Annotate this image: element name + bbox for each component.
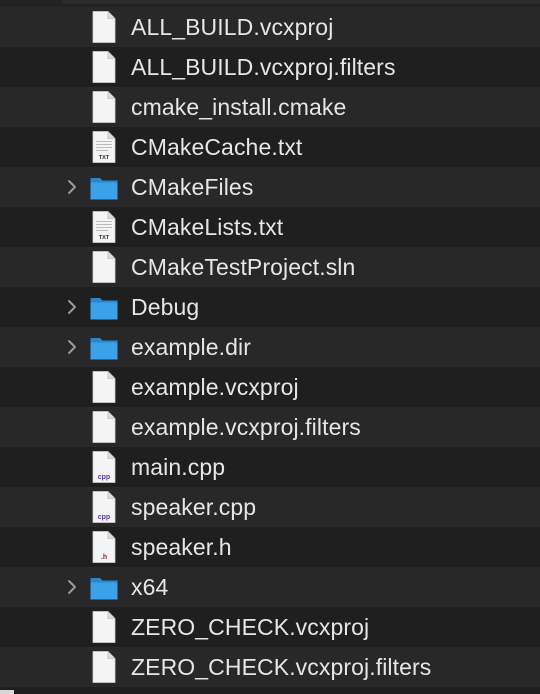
file-name: CMakeLists.txt [131,214,284,240]
file-name: speaker.cpp [131,494,257,520]
file-name: speaker.h [131,534,232,560]
svg-text:cpp: cpp [98,474,110,481]
disclosure-chevron-icon[interactable] [64,337,80,357]
folder-icon [89,170,119,204]
file-row-example-dir[interactable]: example.dir [0,327,540,367]
file-name: CMakeCache.txt [131,134,303,160]
cpp-file-icon: cpp [89,450,119,484]
file-row-all-build-vcxproj[interactable]: ALL_BUILD.vcxproj [0,7,540,47]
file-row-x64[interactable]: x64 [0,567,540,607]
txt-file-icon: TXT [89,210,119,244]
file-name: example.vcxproj [131,374,299,400]
file-row-speaker-h[interactable]: .h speaker.h [0,527,540,567]
document-icon [89,410,119,444]
file-row-example-vcxproj-filters[interactable]: example.vcxproj.filters [0,407,540,447]
file-row-cmake-install-cmake[interactable]: cmake_install.cmake [0,87,540,127]
file-name: x64 [131,574,169,600]
cpp-file-icon: cpp [89,490,119,524]
document-icon [89,250,119,284]
folder-icon [89,570,119,604]
partial-row-bottom [0,687,540,694]
document-icon [89,90,119,124]
file-name: CMakeTestProject.sln [131,254,356,280]
file-name: example.vcxproj.filters [131,414,361,440]
file-row-speaker-cpp[interactable]: cpp speaker.cpp [0,487,540,527]
file-row-example-vcxproj[interactable]: example.vcxproj [0,367,540,407]
file-row-zero-check-vcxproj[interactable]: ZERO_CHECK.vcxproj [0,607,540,647]
partial-row-top [0,0,540,7]
file-row-cmakecache-txt[interactable]: TXT CMakeCache.txt [0,127,540,167]
svg-text:TXT: TXT [99,235,110,241]
finder-file-list: ALL_BUILD.vcxproj ALL_BUILD.vcxproj.filte… [0,0,540,694]
file-name: ZERO_CHECK.vcxproj.filters [131,654,432,680]
partial-row-mark [0,690,14,694]
file-name: CMakeFiles [131,174,254,200]
document-icon [89,650,119,684]
document-icon [89,50,119,84]
svg-text:.h: .h [101,554,107,561]
file-name: ALL_BUILD.vcxproj.filters [131,54,396,80]
document-icon [89,10,119,44]
document-icon [89,370,119,404]
file-name: main.cpp [131,454,226,480]
file-name: example.dir [131,334,251,360]
file-row-debug[interactable]: Debug [0,287,540,327]
folder-icon [89,290,119,324]
h-file-icon: .h [89,530,119,564]
document-icon [89,610,119,644]
file-name: cmake_install.cmake [131,94,347,120]
partial-row-highlight [62,0,540,4]
file-row-cmaketestproject-sln[interactable]: CMakeTestProject.sln [0,247,540,287]
svg-text:cpp: cpp [98,514,110,521]
disclosure-chevron-icon[interactable] [64,297,80,317]
disclosure-chevron-icon[interactable] [64,577,80,597]
file-row-main-cpp[interactable]: cpp main.cpp [0,447,540,487]
file-name: ALL_BUILD.vcxproj [131,14,334,40]
disclosure-chevron-icon[interactable] [64,177,80,197]
file-name: Debug [131,294,200,320]
file-row-cmakelists-txt[interactable]: TXT CMakeLists.txt [0,207,540,247]
txt-file-icon: TXT [89,130,119,164]
file-row-all-build-vcxproj-filters[interactable]: ALL_BUILD.vcxproj.filters [0,47,540,87]
file-row-zero-check-vcxproj-filters[interactable]: ZERO_CHECK.vcxproj.filters [0,647,540,687]
folder-icon [89,330,119,364]
file-name: ZERO_CHECK.vcxproj [131,614,370,640]
file-rows: ALL_BUILD.vcxproj ALL_BUILD.vcxproj.filte… [0,7,540,687]
svg-text:TXT: TXT [99,155,110,161]
file-row-cmakefiles[interactable]: CMakeFiles [0,167,540,207]
